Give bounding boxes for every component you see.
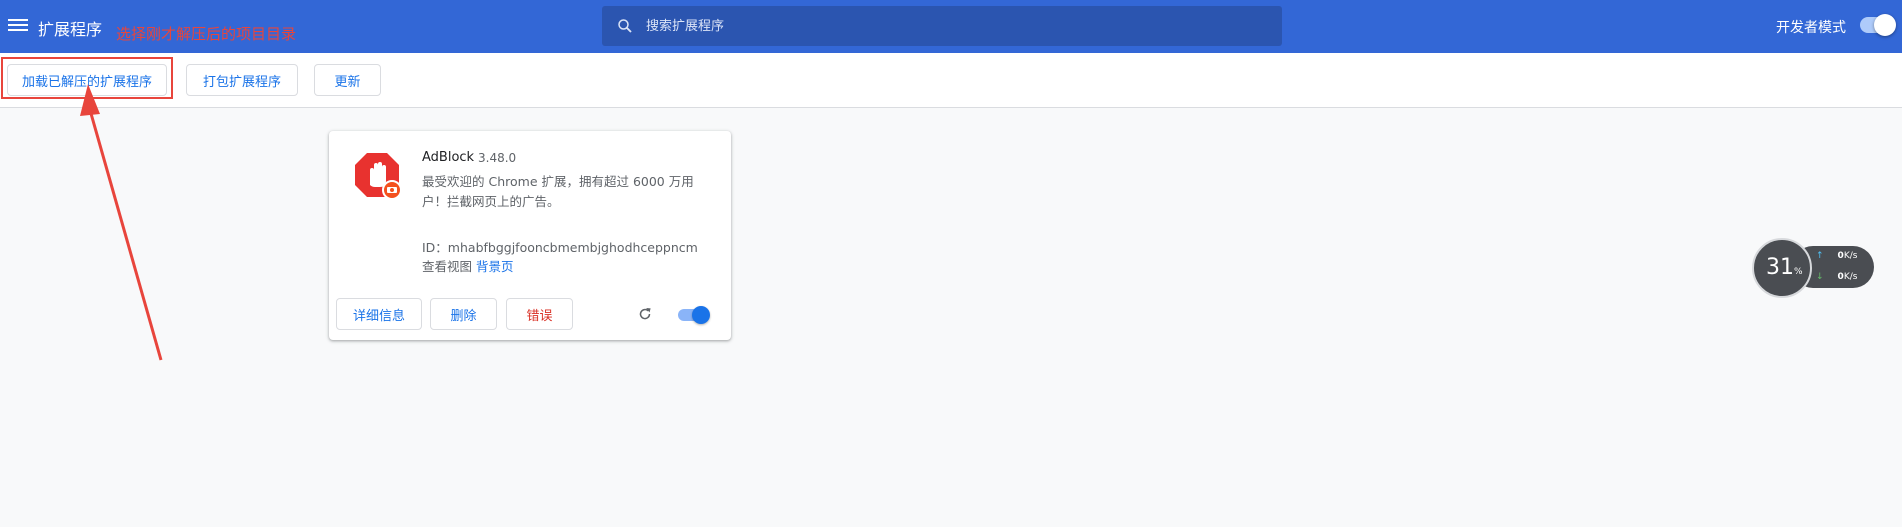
remove-button[interactable]: 删除 <box>430 298 497 330</box>
hamburger-menu-icon[interactable] <box>8 16 28 34</box>
dev-mode-toggle[interactable] <box>1860 14 1896 36</box>
upload-arrow-icon: ↑ <box>1816 251 1824 261</box>
extension-id: ID：mhabfbggjfooncbmembjghodhceppncm <box>422 240 698 255</box>
errors-button[interactable]: 错误 <box>506 298 573 330</box>
memory-usage-circle: 31% <box>1752 238 1812 298</box>
details-button[interactable]: 详细信息 <box>336 298 422 330</box>
network-speed-widget[interactable]: 31% ↑ 0K/s ↓ 0K/s <box>1752 238 1874 298</box>
usage-percent: 31 <box>1766 255 1794 280</box>
extension-version: 3.48.0 <box>478 151 517 165</box>
reload-icon[interactable] <box>636 305 654 323</box>
load-unpacked-button[interactable]: 加载已解压的扩展程序 <box>7 64 167 96</box>
extension-views: 查看视图 背景页 <box>422 256 514 275</box>
search-input[interactable] <box>646 6 1266 46</box>
search-icon <box>618 19 632 33</box>
usage-percent-unit: % <box>1794 267 1803 277</box>
adblock-logo-icon <box>355 153 401 199</box>
download-speed: ↓ 0K/s <box>1816 272 1858 282</box>
extension-description: 最受欢迎的 Chrome 扩展，拥有超过 6000 万用户！拦截网页上的广告。 <box>422 174 694 209</box>
pack-extension-button[interactable]: 打包扩展程序 <box>186 64 298 96</box>
upload-speed: ↑ 0K/s <box>1816 251 1858 261</box>
update-button[interactable]: 更新 <box>314 64 381 96</box>
search-bar[interactable] <box>602 6 1282 46</box>
download-arrow-icon: ↓ <box>1816 272 1824 282</box>
annotation-text: 选择刚才解压后的项目目录 <box>116 25 297 43</box>
views-label: 查看视图 <box>422 259 473 274</box>
background-page-link[interactable]: 背景页 <box>476 259 514 274</box>
toolbar: 加载已解压的扩展程序 打包扩展程序 更新 <box>0 53 1902 108</box>
extension-name: AdBlock <box>422 150 475 165</box>
page-title: 扩展程序 <box>38 20 103 39</box>
dev-mode-label: 开发者模式 <box>1776 20 1846 36</box>
extension-card: AdBlock 3.48.0 最受欢迎的 Chrome 扩展，拥有超过 6000… <box>329 131 731 340</box>
extension-enable-toggle[interactable] <box>678 306 710 324</box>
